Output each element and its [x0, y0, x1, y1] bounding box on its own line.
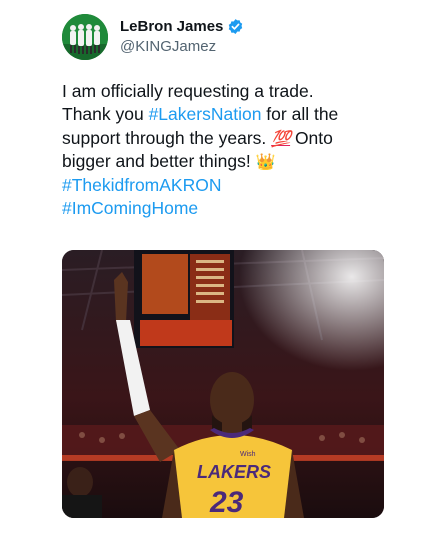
author-handle[interactable]: @KINGJamez	[120, 38, 216, 55]
tweet-text: I am officially requesting a trade. Than…	[62, 80, 392, 220]
tweet-line-3-suffix: Onto	[290, 127, 333, 148]
tweet-line-3: support through the years. 💯 Onto	[62, 127, 392, 150]
hundred-points-emoji-icon: 💯	[271, 128, 291, 148]
jersey-brand-text: Wish	[240, 451, 256, 458]
tweet-card: LeBron James @KINGJamez I am officially …	[0, 0, 423, 552]
arena-photo: LAKERS 23 Wish	[62, 250, 384, 518]
avatar[interactable]	[62, 14, 108, 60]
tweet-line-2-prefix: Thank you	[62, 104, 149, 125]
tweet-line-2-suffix: for all the	[261, 104, 339, 125]
tweet-media-photo[interactable]: LAKERS 23 Wish	[62, 250, 384, 518]
tweet-line-4-text: bigger and better things!	[62, 151, 256, 172]
author-name-row: LeBron James	[120, 18, 244, 35]
tweet-line-2: Thank you #LakersNation for all the	[62, 103, 392, 126]
tweet-line-3-text: support through the years.	[62, 127, 272, 148]
jersey-team-text: LAKERS	[197, 462, 271, 482]
tweet-line-1: I am officially requesting a trade.	[62, 81, 314, 101]
hashtag-lakersnation[interactable]: #LakersNation	[149, 104, 262, 124]
verified-badge-icon	[227, 18, 244, 35]
hashtag-thekidfromakron[interactable]: #ThekidfromAKRON	[62, 174, 392, 197]
jersey-number-text: 23	[209, 486, 244, 518]
author-display-name[interactable]: LeBron James	[120, 18, 223, 35]
hashtag-imcominghome[interactable]: #ImComingHome	[62, 197, 392, 220]
avatar-image	[62, 14, 108, 60]
crown-emoji-icon: 👑	[255, 152, 276, 172]
tweet-line-4: bigger and better things! 👑	[62, 150, 392, 173]
